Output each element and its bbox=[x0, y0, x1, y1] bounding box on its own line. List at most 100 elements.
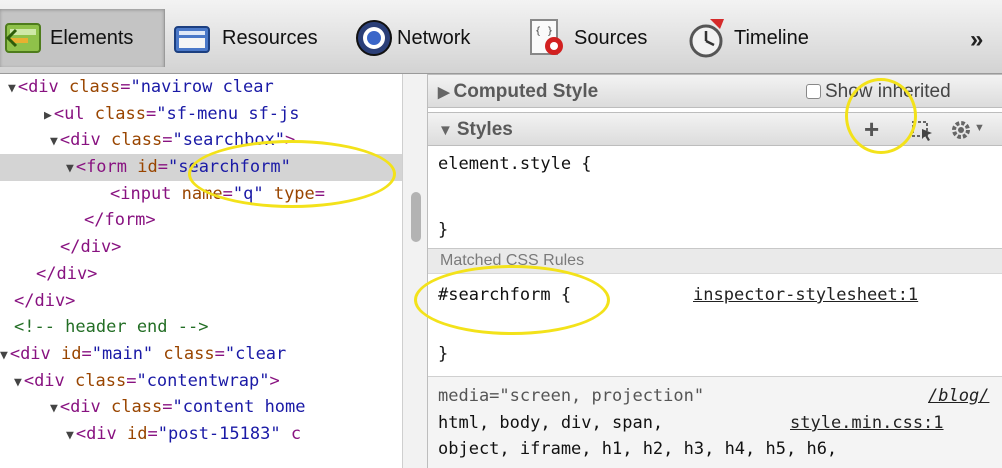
dom-token: c bbox=[280, 423, 302, 444]
dom-token: = bbox=[162, 130, 173, 151]
dom-node-row[interactable]: ▶ <ul class="sf-menu sf-js bbox=[0, 101, 402, 128]
expand-arrow-icon[interactable]: ▶ bbox=[44, 108, 52, 123]
dom-token: <form bbox=[75, 157, 138, 178]
expand-arrow-icon: ▶ bbox=[438, 84, 450, 101]
sources-icon: { } bbox=[530, 19, 563, 55]
dom-scrollbar-thumb[interactable] bbox=[411, 192, 421, 242]
dom-token: > bbox=[269, 370, 280, 391]
dom-token: "clear bbox=[224, 343, 287, 364]
highlight-circle-searchform bbox=[188, 140, 396, 208]
dom-token: "contentwrap" bbox=[136, 370, 270, 391]
media-query: media="screen, projection" bbox=[438, 386, 705, 406]
show-inherited-checkbox[interactable] bbox=[806, 84, 821, 99]
dom-token: class bbox=[75, 370, 127, 391]
collapse-arrow-icon[interactable]: ▼ bbox=[50, 134, 58, 149]
rule-close: } bbox=[438, 344, 449, 364]
element-style-close: } bbox=[438, 220, 449, 240]
collapse-arrow-icon[interactable]: ▼ bbox=[66, 428, 74, 443]
tab-sources-label: Sources bbox=[574, 26, 648, 49]
collapse-arrow-icon[interactable]: ▼ bbox=[50, 401, 58, 416]
dom-token: class bbox=[163, 343, 215, 364]
dom-node-row[interactable]: ▼ <div class="navirow clear bbox=[0, 74, 402, 101]
chevron-down-icon: ▼ bbox=[974, 122, 985, 134]
rule2-selector-line1[interactable]: html, body, div, span, bbox=[438, 413, 663, 433]
dom-token: <div bbox=[23, 370, 76, 391]
collapse-arrow-icon: ▼ bbox=[438, 122, 453, 139]
tab-resources-label: Resources bbox=[222, 26, 318, 49]
collapse-arrow-icon[interactable]: ▼ bbox=[14, 375, 22, 390]
dom-node-row[interactable]: ▼ <div class="content home bbox=[0, 394, 402, 421]
dom-token: <div bbox=[59, 397, 112, 418]
tab-sources[interactable]: { } Sources bbox=[526, 9, 647, 67]
timeline-icon bbox=[689, 19, 724, 58]
dom-token: </form> bbox=[84, 210, 156, 231]
dom-token: </div> bbox=[60, 237, 122, 258]
highlight-circle-new-rule bbox=[845, 78, 917, 154]
tab-timeline-label: Timeline bbox=[734, 26, 809, 49]
dom-token: = bbox=[145, 103, 157, 124]
dom-node-row[interactable]: </form> bbox=[0, 207, 402, 234]
more-tabs-button[interactable]: » bbox=[970, 26, 983, 54]
tab-resources[interactable]: Resources bbox=[172, 9, 318, 67]
computed-style-title: Computed Style bbox=[453, 81, 599, 102]
dom-node-row[interactable]: </div> bbox=[0, 234, 402, 261]
dom-token: "main" bbox=[91, 343, 154, 364]
collapse-arrow-icon[interactable]: ▼ bbox=[8, 81, 16, 96]
dom-token: <input bbox=[110, 183, 182, 204]
network-icon bbox=[356, 20, 392, 56]
dom-node-row[interactable]: </div> bbox=[0, 288, 402, 315]
dom-tree-pane[interactable]: ▼ <div class="navirow clear ▶ <ul class="sf… bbox=[0, 74, 402, 468]
dom-token bbox=[153, 344, 163, 364]
rule2-selector-line2[interactable]: object, iframe, h1, h2, h3, h4, h5, h6, bbox=[438, 439, 837, 459]
dom-token: "content home bbox=[172, 397, 306, 418]
dom-token: = bbox=[157, 157, 168, 178]
styles-title: Styles bbox=[456, 119, 513, 140]
collapse-arrow-icon[interactable]: ▼ bbox=[66, 161, 74, 176]
dom-token: class bbox=[111, 130, 163, 151]
tab-timeline[interactable]: Timeline bbox=[686, 9, 809, 67]
resources-icon bbox=[174, 26, 210, 53]
dom-token: id bbox=[127, 423, 148, 444]
svg-text:{ }: { } bbox=[535, 26, 553, 37]
dom-token: = bbox=[214, 343, 225, 364]
collapse-arrow-icon[interactable]: ▼ bbox=[0, 348, 8, 363]
media-source-link[interactable]: /blog/ bbox=[928, 386, 989, 406]
dom-token: "navirow clear bbox=[130, 77, 274, 97]
dom-token: id bbox=[61, 343, 82, 364]
tab-elements-label: Elements bbox=[50, 26, 134, 49]
dom-token: class bbox=[69, 77, 121, 97]
gear-icon[interactable] bbox=[950, 119, 972, 141]
dom-token: "post-15183" bbox=[157, 423, 281, 444]
element-style-open[interactable]: element.style { bbox=[438, 154, 592, 174]
dom-node-row[interactable]: ▼ <div class="contentwrap"> bbox=[0, 368, 402, 395]
dom-node-row[interactable]: </div> bbox=[0, 261, 402, 288]
tab-network-label: Network bbox=[397, 26, 471, 49]
dom-token: "sf-menu sf-js bbox=[156, 103, 300, 124]
rule2-source-link[interactable]: style.min.css:1 bbox=[790, 413, 944, 433]
dom-node-row[interactable]: ▼ <div id="post-15183" c bbox=[0, 421, 402, 448]
dom-token: <div bbox=[17, 77, 70, 97]
dom-token: <ul bbox=[53, 103, 95, 124]
rule-source-link[interactable]: inspector-stylesheet:1 bbox=[693, 285, 918, 305]
dom-token: = bbox=[81, 343, 92, 364]
rule-divider bbox=[428, 376, 1002, 377]
dom-token: class bbox=[111, 397, 163, 418]
devtools-toolbar: Elements Resources Network { } Sources T… bbox=[0, 0, 1002, 74]
dom-node-row[interactable]: ▼ <div id="main" class="clear bbox=[0, 341, 402, 368]
dom-token: class bbox=[94, 103, 146, 124]
dom-token: id bbox=[137, 157, 158, 178]
dom-scrollbar[interactable] bbox=[402, 74, 428, 468]
dom-token: <div bbox=[59, 130, 112, 151]
dom-token: = bbox=[126, 370, 137, 391]
dom-token: = bbox=[147, 423, 158, 444]
tab-network[interactable]: Network bbox=[355, 9, 470, 67]
elements-icon bbox=[5, 23, 41, 53]
dom-token: = bbox=[162, 397, 173, 418]
dom-token: = bbox=[120, 77, 131, 97]
tab-elements[interactable]: Elements bbox=[0, 9, 165, 67]
dom-token: <!-- header end --> bbox=[14, 317, 209, 338]
dom-token: <div bbox=[75, 423, 128, 444]
computed-style-header[interactable]: ▶ Computed Style Show inherited bbox=[428, 74, 1002, 108]
highlight-circle-rule-selector bbox=[414, 265, 610, 335]
dom-node-row[interactable]: <!-- header end --> bbox=[0, 314, 402, 341]
